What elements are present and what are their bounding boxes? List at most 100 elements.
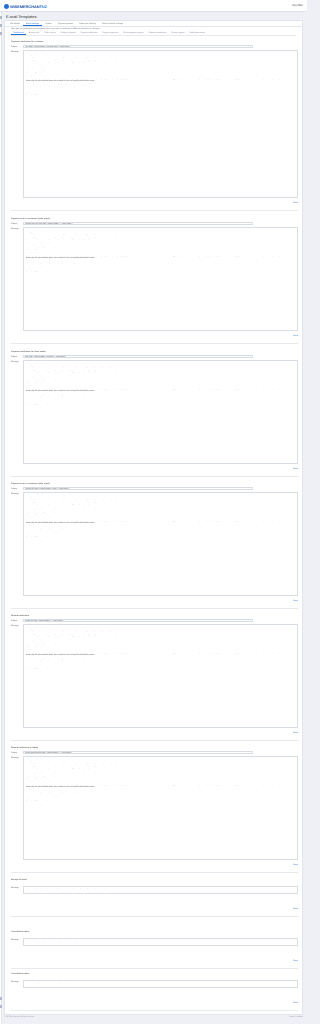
message-line: We are committed to providing our custom… [26, 521, 293, 525]
save-button[interactable]: Save [293, 864, 298, 867]
user-menu[interactable]: Hey Mike [292, 4, 303, 7]
message-editor[interactable]: Your order {!!order.number!!} has been c… [23, 938, 298, 946]
subject-label: Subject [11, 222, 18, 225]
template-tab-refund-payment-options[interactable]: Refund payment options [121, 31, 147, 35]
template-section: Refund notification Subject Refund for ord… [11, 615, 298, 741]
message-line: {!!store.phone!!} | {!!store.email!!} [26, 800, 47, 802]
message-editor[interactable]: Hi {!!contact.first_name!!}, Greeting fro… [23, 227, 298, 331]
template-name: Refund notification [11, 615, 30, 617]
message-line: Kind regards, WISE MERCHANT [26, 74, 48, 76]
message-line: We are committed to providing our custom… [26, 256, 293, 260]
logo-accent: NZ [41, 3, 48, 9]
tab-email-settings[interactable]: Email settings [23, 21, 43, 26]
tab-site-details[interactable]: Site details [7, 21, 23, 26]
save-button[interactable]: Save [293, 960, 298, 963]
tab-outlets[interactable]: Outlets [42, 21, 55, 26]
message-label: Message [11, 492, 19, 495]
tab-rates-per-delivery[interactable]: Rates per delivery [76, 21, 99, 26]
logo[interactable]: WISEMERCHANTNZ [4, 3, 47, 9]
message-editor[interactable]: Hi {!!contact.first_name!!}, Greeting fro… [23, 492, 298, 596]
template-tab-payment-notification[interactable]: Payment notification [78, 31, 100, 35]
save-button[interactable]: Save [293, 468, 298, 471]
copyright: © 2019 Wise Merchant. All rights reserve… [4, 1017, 35, 1018]
template-tab-notifications[interactable]: Notifications [11, 31, 27, 35]
template-section: Payment notification for customer Subject… [11, 41, 298, 211]
message-line: We have received your cancellation reque… [26, 982, 72, 983]
template-tab-payment-approved[interactable]: Payment approved [100, 31, 121, 35]
subject-label: Subject [11, 355, 18, 358]
top-bar: WISEMERCHANTNZ Hey Mike [0, 0, 307, 12]
message-line: {!!store.phone!!} | {!!store.email!!} [26, 404, 47, 406]
template-name: Cancellation notice [11, 973, 30, 975]
template-section: Refund notification to admin Subject Refun… [11, 747, 298, 873]
tab-social-network-settings[interactable]: Social network settings [99, 21, 126, 26]
message-editor[interactable]: Hi {!!contact.first_name!!}, Greeting fro… [23, 756, 298, 860]
message-label: Message [11, 360, 19, 363]
template-name: Payment notification for store admin [11, 351, 46, 353]
message-line: {!!store.phone!!} | {!!store.email!!} [26, 536, 47, 538]
subject-label: Subject [11, 487, 18, 490]
template-name: Refund notification to admin [11, 747, 39, 749]
message-line: Your order {!!order.number!!} has been c… [26, 940, 88, 941]
save-button[interactable]: Save [293, 908, 298, 911]
message-line: {!!store.phone!!} | {!!store.email!!} [26, 271, 47, 273]
template-tab-receipt-request[interactable]: Receipt request [169, 31, 187, 35]
message-line: {!!store.phone!!} | {!!store.email!!} [26, 94, 47, 96]
template-section: Cancellation notice Message We have receiv… [11, 973, 298, 1011]
template-section: Payment error to customer (order reject)… [11, 218, 298, 344]
message-line: Hi {!!contact.first_name!!}, thank you f… [26, 888, 111, 889]
tab-payment-options[interactable]: Payment options [55, 21, 76, 26]
subject-label: Subject [11, 45, 18, 48]
settings-card: Site details Email settings Outlets Payment… [4, 20, 303, 1015]
message-line: We are committed to providing our custom… [26, 785, 293, 789]
message-label: Message [11, 50, 19, 53]
settings-icon[interactable] [0, 997, 2, 1000]
message-editor[interactable]: Hi {!!contact.first_name!!}, Greeting fro… [23, 360, 298, 464]
message-label: Message [11, 624, 19, 627]
template-section: Receipt of email Message Hi {!!contact.fir… [11, 879, 298, 917]
template-section: Payment notification for store admin Subj… [11, 351, 298, 477]
products-icon[interactable] [0, 32, 2, 35]
message-editor[interactable]: Hi {!!contact.first_name!!}, thank you f… [23, 886, 298, 894]
subject-field[interactable]: Payment error for your order {!!order.nu… [23, 222, 253, 226]
template-tab-notification-events[interactable]: Notification events [187, 31, 207, 35]
subject-field[interactable]: New order {!!order.number!!} received - … [23, 355, 253, 359]
subject-label: Subject [11, 751, 18, 754]
message-line: {!!store.phone!!} | {!!store.email!!} [26, 668, 47, 670]
message-editor[interactable]: Hi {!!contact.first_name!!}, Greeting fro… [23, 50, 298, 198]
save-button[interactable]: Save [293, 1002, 298, 1005]
message-label: Message [11, 886, 19, 889]
template-tab-shipment-notification[interactable]: Shipment notification [146, 31, 169, 35]
subject-field[interactable]: Your order {!!order.number!!} has been p… [23, 45, 253, 49]
message-editor[interactable]: Hi {!!contact.first_name!!}, Greeting fro… [23, 624, 298, 728]
save-button[interactable]: Save [293, 202, 298, 205]
logo-text: WISEMERCHANT [10, 3, 42, 9]
side-nav [0, 12, 2, 1024]
subject-field[interactable]: Refund processed for order {!!order.numb… [23, 751, 253, 755]
message-line: We are committed to providing our custom… [26, 389, 293, 393]
template-section: Cancellation notice Message Your order {!!… [11, 931, 298, 969]
save-button[interactable]: Save [293, 335, 298, 338]
template-tab-account-info[interactable]: Account info [26, 31, 41, 35]
subject-field[interactable]: Refund for order {!!order.number!!} - {!… [23, 619, 253, 623]
message-editor[interactable]: We have received your cancellation reque… [23, 980, 298, 988]
subject-field[interactable]: Payment for order {!!order.number!!} fai… [23, 487, 253, 491]
message-line: Kind regards, WISE MERCHANT [26, 516, 48, 518]
template-tab-order-confirm[interactable]: Order confirm [42, 31, 59, 35]
help-icon[interactable] [0, 1005, 2, 1008]
template-tab-delivery-changed[interactable]: Delivery changed [58, 31, 78, 35]
message-line: Kind regards, WISE MERCHANT [26, 251, 48, 253]
footer: © 2019 Wise Merchant. All rights reserve… [4, 1017, 303, 1019]
message-label: Message [11, 938, 19, 941]
save-button[interactable]: Save [293, 600, 298, 603]
template-name: Receipt of email [11, 879, 27, 881]
subject-label: Subject [11, 619, 18, 622]
template-name: Payment error to customer (order reject) [11, 483, 51, 485]
orders-icon[interactable] [0, 24, 2, 27]
message-label: Message [11, 227, 19, 230]
save-button[interactable]: Save [293, 732, 298, 735]
message-line: We are committed to providing our custom… [26, 79, 293, 83]
terms-link[interactable]: Terms & Conditions [289, 1017, 303, 1019]
dashboard-icon[interactable] [0, 16, 2, 19]
template-name: Payment notification for customer [11, 41, 44, 43]
